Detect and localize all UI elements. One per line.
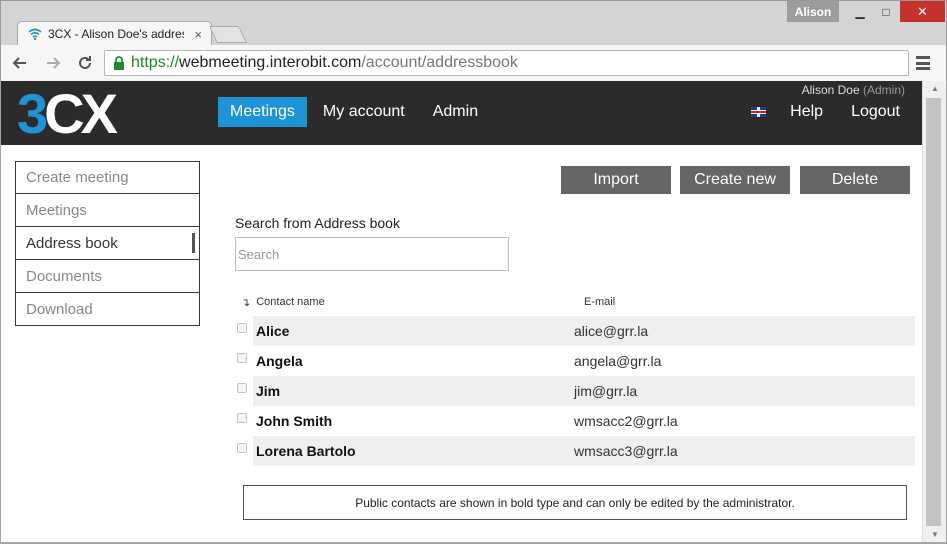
nav-meetings[interactable]: Meetings: [218, 97, 307, 127]
row-checkbox[interactable]: [237, 353, 247, 363]
app-header: 3 CX Meetings My account Admin Alison Doe…: [1, 81, 922, 145]
contact-name: Alice: [256, 323, 290, 339]
contact-name: Lorena Bartolo: [256, 443, 356, 459]
url-scheme: https://: [131, 54, 180, 71]
contact-name: Jim: [256, 383, 281, 399]
table-row[interactable]: Jim jim@grr.la: [235, 376, 915, 406]
address-bar[interactable]: https:// webmeeting.interobit.com /accou…: [104, 50, 909, 76]
table-row[interactable]: Angela angela@grr.la: [235, 346, 915, 376]
row-checkbox[interactable]: [237, 383, 247, 393]
sidebar: Create meeting Meetings Address book Doc…: [15, 161, 200, 326]
create-new-button[interactable]: Create new: [680, 166, 790, 194]
public-contacts-notice: Public contacts are shown in bold type a…: [243, 485, 907, 520]
tab-title: 3CX - Alison Doe's addres: [48, 27, 184, 41]
table-row[interactable]: Lorena Bartolo wmsacc3@grr.la: [235, 436, 915, 466]
sidebar-item-documents[interactable]: Documents: [15, 260, 200, 293]
page-viewport: 3 CX Meetings My account Admin Alison Doe…: [1, 81, 922, 542]
contact-email: angela@grr.la: [574, 353, 662, 369]
contacts-table: ↴ Contact name E-mail Alice alice@grr.la A…: [235, 293, 915, 466]
search-label: Search from Address book: [235, 215, 400, 231]
main-nav: Meetings My account Admin: [218, 97, 494, 127]
row-checkbox[interactable]: [237, 413, 247, 423]
wifi-favicon-icon: [28, 27, 42, 41]
minimize-icon[interactable]: ▁: [848, 1, 872, 22]
contact-email: wmsacc3@grr.la: [574, 443, 678, 459]
help-link[interactable]: Help: [790, 103, 823, 121]
contact-email: wmsacc2@grr.la: [574, 413, 678, 429]
contact-name: John Smith: [256, 413, 333, 429]
sidebar-item-create-meeting[interactable]: Create meeting: [15, 161, 200, 194]
logout-link[interactable]: Logout: [851, 103, 900, 121]
table-row[interactable]: Alice alice@grr.la: [235, 316, 915, 346]
page-scrollbar[interactable]: ▲ ▼: [922, 81, 946, 542]
browser-menu-icon[interactable]: [914, 54, 932, 72]
tab-close-icon[interactable]: ×: [194, 27, 202, 42]
sidebar-item-meetings[interactable]: Meetings: [15, 194, 200, 227]
window-close-icon[interactable]: ✕: [900, 1, 945, 22]
browser-titlebar: 3CX - Alison Doe's addres × Alison ▁ □ ✕: [0, 0, 947, 46]
uk-flag-icon[interactable]: [751, 107, 767, 117]
contact-email: alice@grr.la: [574, 323, 649, 339]
3cx-logo[interactable]: 3 CX: [17, 82, 118, 145]
maximize-icon[interactable]: □: [874, 1, 898, 22]
delete-button[interactable]: Delete: [800, 166, 910, 194]
scrollbar-thumb[interactable]: [926, 98, 941, 526]
user-info: Alison Doe (Admin): [802, 83, 905, 97]
user-role: (Admin): [862, 83, 905, 97]
column-contact-name-label: Contact name: [256, 296, 325, 308]
scroll-down-icon[interactable]: ▼: [923, 527, 947, 542]
sidebar-item-download[interactable]: Download: [15, 293, 200, 326]
import-button[interactable]: Import: [561, 166, 671, 194]
browser-tab[interactable]: 3CX - Alison Doe's addres ×: [17, 21, 212, 46]
table-row[interactable]: John Smith wmsacc2@grr.la: [235, 406, 915, 436]
row-checkbox[interactable]: [237, 323, 247, 333]
sort-arrow-icon: ↴: [241, 296, 251, 309]
scroll-up-icon[interactable]: ▲: [923, 81, 947, 96]
url-path: /account/addressbook: [361, 54, 518, 71]
right-nav: Help Logout: [751, 97, 900, 127]
browser-toolbar: https:// webmeeting.interobit.com /accou…: [0, 45, 947, 81]
contact-email: jim@grr.la: [574, 383, 638, 399]
table-header: ↴ Contact name E-mail: [235, 293, 915, 311]
nav-my-account[interactable]: My account: [311, 97, 417, 127]
search-input[interactable]: [235, 237, 509, 271]
table-body: Alice alice@grr.la Angela angela@grr.la Jim j…: [235, 316, 915, 466]
nav-admin[interactable]: Admin: [421, 97, 490, 127]
row-checkbox[interactable]: [237, 443, 247, 453]
column-email[interactable]: E-mail: [584, 296, 615, 308]
contact-name: Angela: [256, 353, 303, 369]
lock-icon: [113, 56, 125, 70]
sidebar-item-address-book[interactable]: Address book: [15, 227, 200, 260]
user-name: Alison Doe: [801, 83, 860, 97]
profile-name[interactable]: Alison: [787, 1, 839, 22]
column-contact-name[interactable]: ↴ Contact name: [235, 296, 584, 309]
reload-icon[interactable]: [75, 53, 95, 73]
new-tab-button[interactable]: [209, 26, 247, 43]
back-arrow-icon[interactable]: [9, 53, 29, 73]
url-host: webmeeting.interobit.com: [179, 54, 362, 71]
forward-arrow-icon[interactable]: [44, 53, 64, 73]
